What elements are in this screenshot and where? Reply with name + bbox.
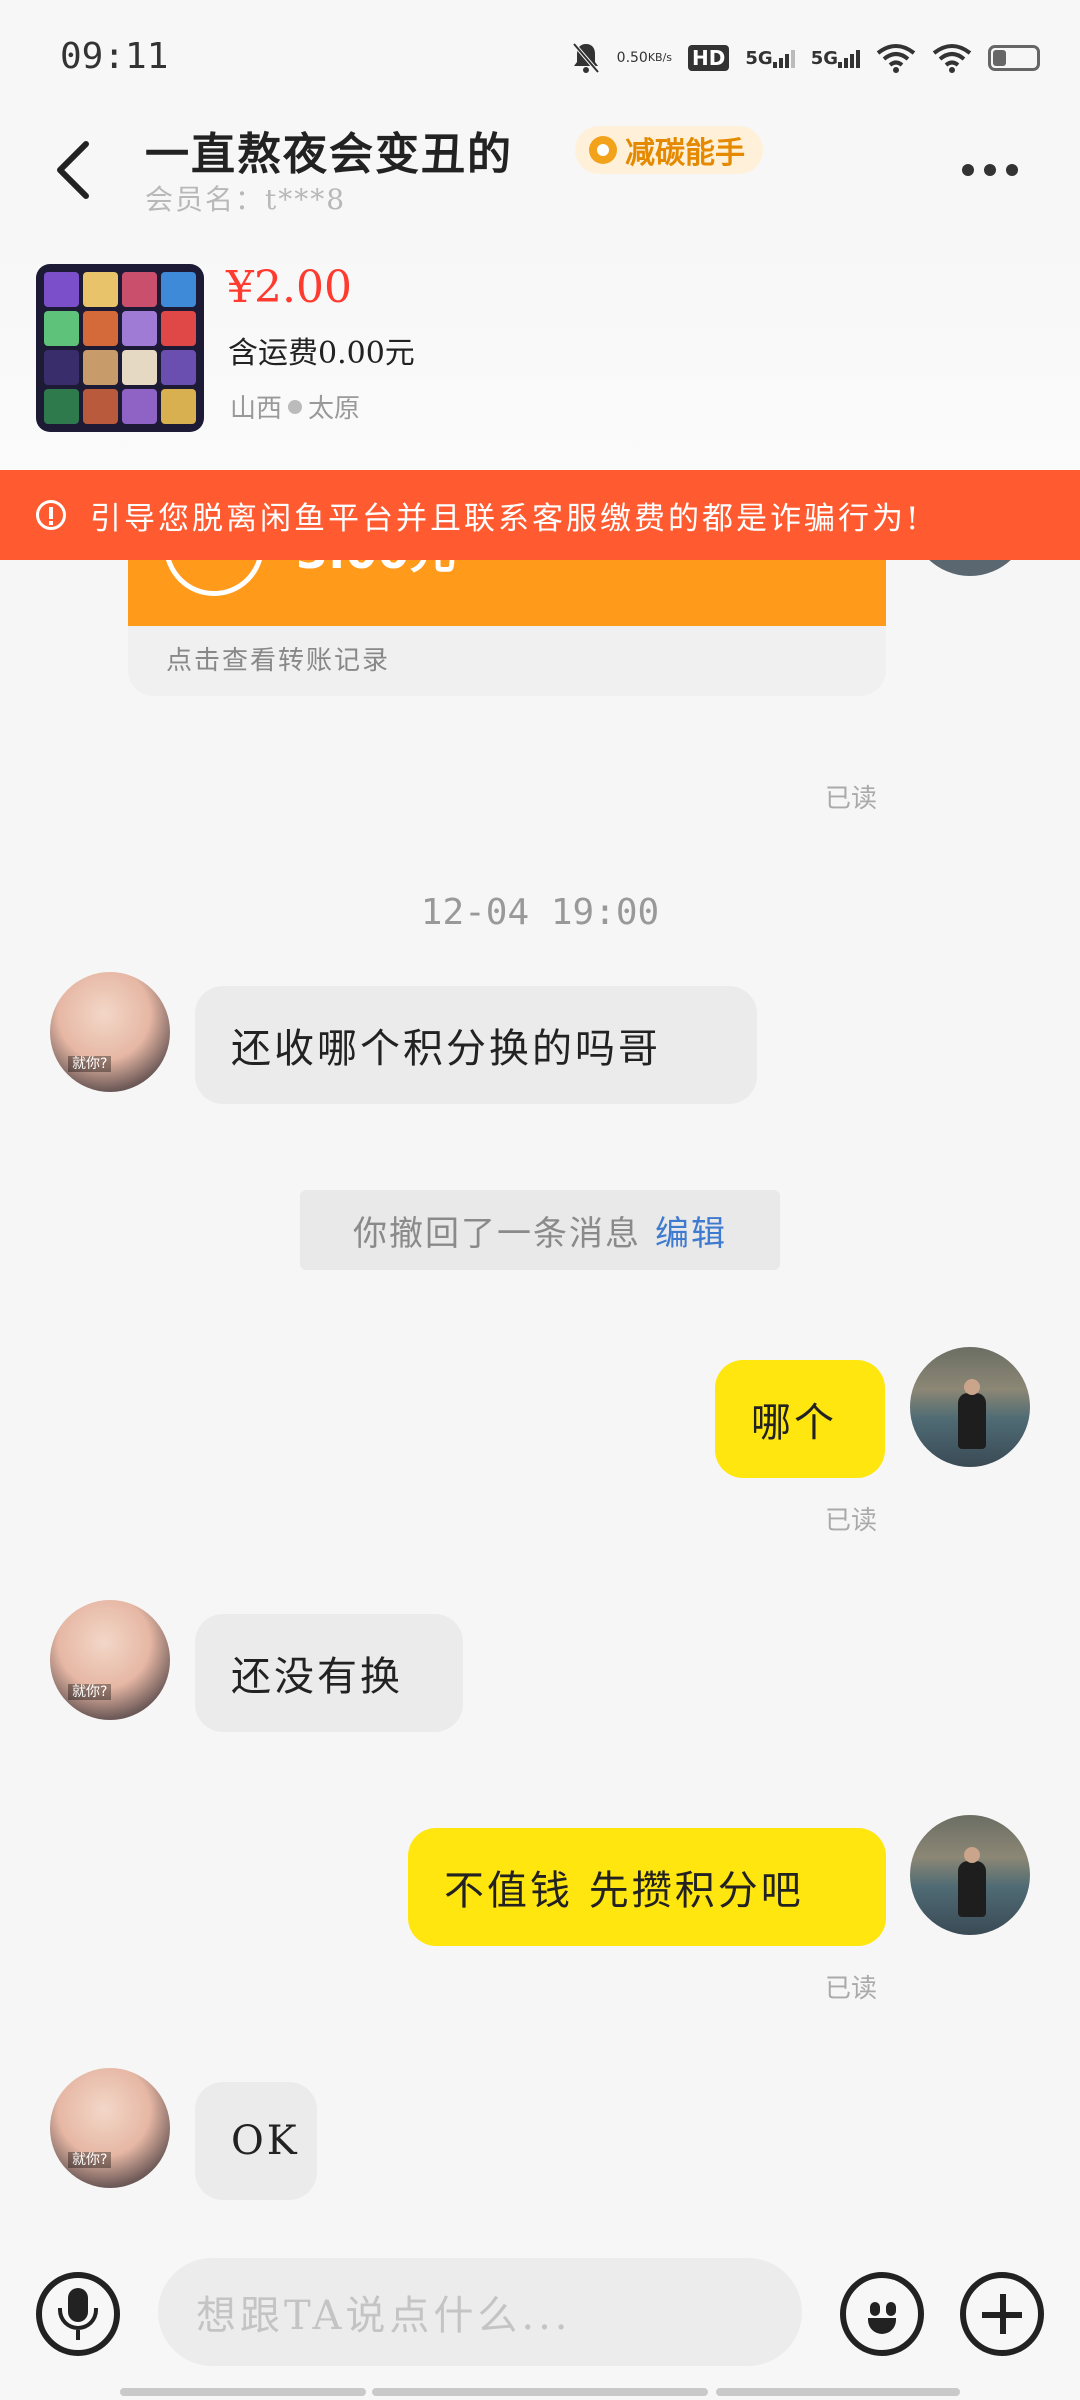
wifi-icon-2: [932, 43, 972, 73]
product-card[interactable]: ¥2.00 含运费0.00元 山西 太原: [0, 240, 1080, 470]
message-timestamp: 12-04 19:00: [420, 892, 660, 933]
back-button[interactable]: [48, 130, 108, 210]
member-name: 会员名：t***8: [145, 183, 347, 216]
location-city: 太原: [308, 394, 361, 424]
product-price: ¥2.00: [226, 262, 352, 313]
my-avatar[interactable]: [910, 560, 1030, 576]
signal-5g-icon-2: 5G: [811, 48, 860, 69]
contact-avatar[interactable]: 就你?: [50, 972, 170, 1092]
more-dot-icon: [962, 164, 974, 176]
my-avatar[interactable]: [910, 1815, 1030, 1935]
transfer-record-link[interactable]: 点击查看转账记录: [166, 640, 390, 677]
gesture-bar: [716, 2388, 960, 2396]
mute-bell-icon: [571, 41, 601, 75]
status-bar: 09:11 0.50 KB/s HD 5G 5G: [0, 0, 1080, 110]
read-receipt: 已读: [825, 784, 878, 814]
voice-button[interactable]: [36, 2272, 120, 2356]
emoji-button[interactable]: [840, 2272, 924, 2356]
net-speed: 0.50 KB/s: [617, 51, 672, 65]
gesture-bar: [120, 2388, 366, 2396]
carbon-badge[interactable]: 减碳能手: [575, 126, 763, 174]
product-thumbnail[interactable]: [36, 264, 204, 432]
signal-5g-icon-1: 5G: [745, 47, 795, 69]
product-shipping: 含运费0.00元: [228, 336, 415, 371]
chat-messages[interactable]: ¥ 3.00元 点击查看转账记录 已读 12-04 19:00 就你? 还收哪个…: [0, 560, 1080, 2240]
status-time: 09:11: [60, 36, 169, 77]
wifi-icon-1: [876, 43, 916, 73]
transfer-amount: 3.00元: [296, 560, 456, 582]
product-location: 山西 太原: [230, 388, 360, 425]
chevron-left-icon: [57, 141, 89, 199]
contact-name[interactable]: 一直熬夜会变丑的: [145, 118, 513, 182]
message-bubble-incoming[interactable]: 还收哪个积分换的吗哥: [195, 986, 757, 1104]
contact-avatar[interactable]: 就你?: [50, 2068, 170, 2188]
battery-icon: [988, 45, 1040, 71]
signal-5g-label-2: 5G: [810, 47, 838, 69]
emoji-face-icon: [870, 2302, 880, 2316]
net-speed-value: 0.50: [616, 50, 648, 66]
leaf-badge-icon: [589, 136, 617, 164]
hd-icon: HD: [688, 45, 730, 71]
recall-edit-link[interactable]: 编辑: [655, 1206, 727, 1255]
fraud-warning-text: 引导您脱离闲鱼平台并且联系客服缴费的都是诈骗行为!: [90, 500, 922, 537]
plus-button[interactable]: [960, 2272, 1044, 2356]
recall-notice: 你撤回了一条消息 编辑: [300, 1190, 780, 1270]
net-speed-unit: KB/s: [647, 51, 673, 64]
read-receipt: 已读: [825, 1506, 878, 1536]
message-bubble-outgoing[interactable]: 不值钱 先攒积分吧: [408, 1828, 886, 1946]
message-bubble-incoming[interactable]: 还没有换: [195, 1614, 463, 1732]
signal-5g-label-1: 5G: [745, 47, 773, 69]
my-avatar[interactable]: [910, 1347, 1030, 1467]
carbon-badge-label: 减碳能手: [625, 136, 745, 171]
contact-avatar[interactable]: 就你?: [50, 1600, 170, 1720]
message-input[interactable]: 想跟TA说点什么...: [158, 2258, 802, 2366]
more-dot-icon: [984, 164, 996, 176]
dot-separator-icon: [288, 399, 303, 414]
battery-fill: [993, 50, 1006, 66]
message-bubble-incoming[interactable]: OK: [195, 2082, 317, 2200]
status-icons: 0.50 KB/s HD 5G 5G: [571, 36, 1040, 80]
read-receipt: 已读: [825, 1974, 878, 2004]
transfer-card[interactable]: ¥ 3.00元 点击查看转账记录: [128, 560, 886, 696]
gesture-bar: [372, 2388, 708, 2396]
fraud-warning-banner: 引导您脱离闲鱼平台并且联系客服缴费的都是诈骗行为!: [0, 470, 1080, 560]
more-dot-icon: [1006, 164, 1018, 176]
message-bubble-outgoing[interactable]: 哪个: [715, 1360, 885, 1478]
input-bar: 想跟TA说点什么...: [0, 2240, 1080, 2400]
location-province: 山西: [230, 394, 283, 424]
chat-header: 一直熬夜会变丑的 减碳能手 会员名：t***8: [0, 110, 1080, 240]
alert-circle-icon: [36, 500, 66, 530]
more-button[interactable]: [962, 150, 1032, 190]
recall-notice-text: 你撤回了一条消息: [353, 1213, 641, 1254]
